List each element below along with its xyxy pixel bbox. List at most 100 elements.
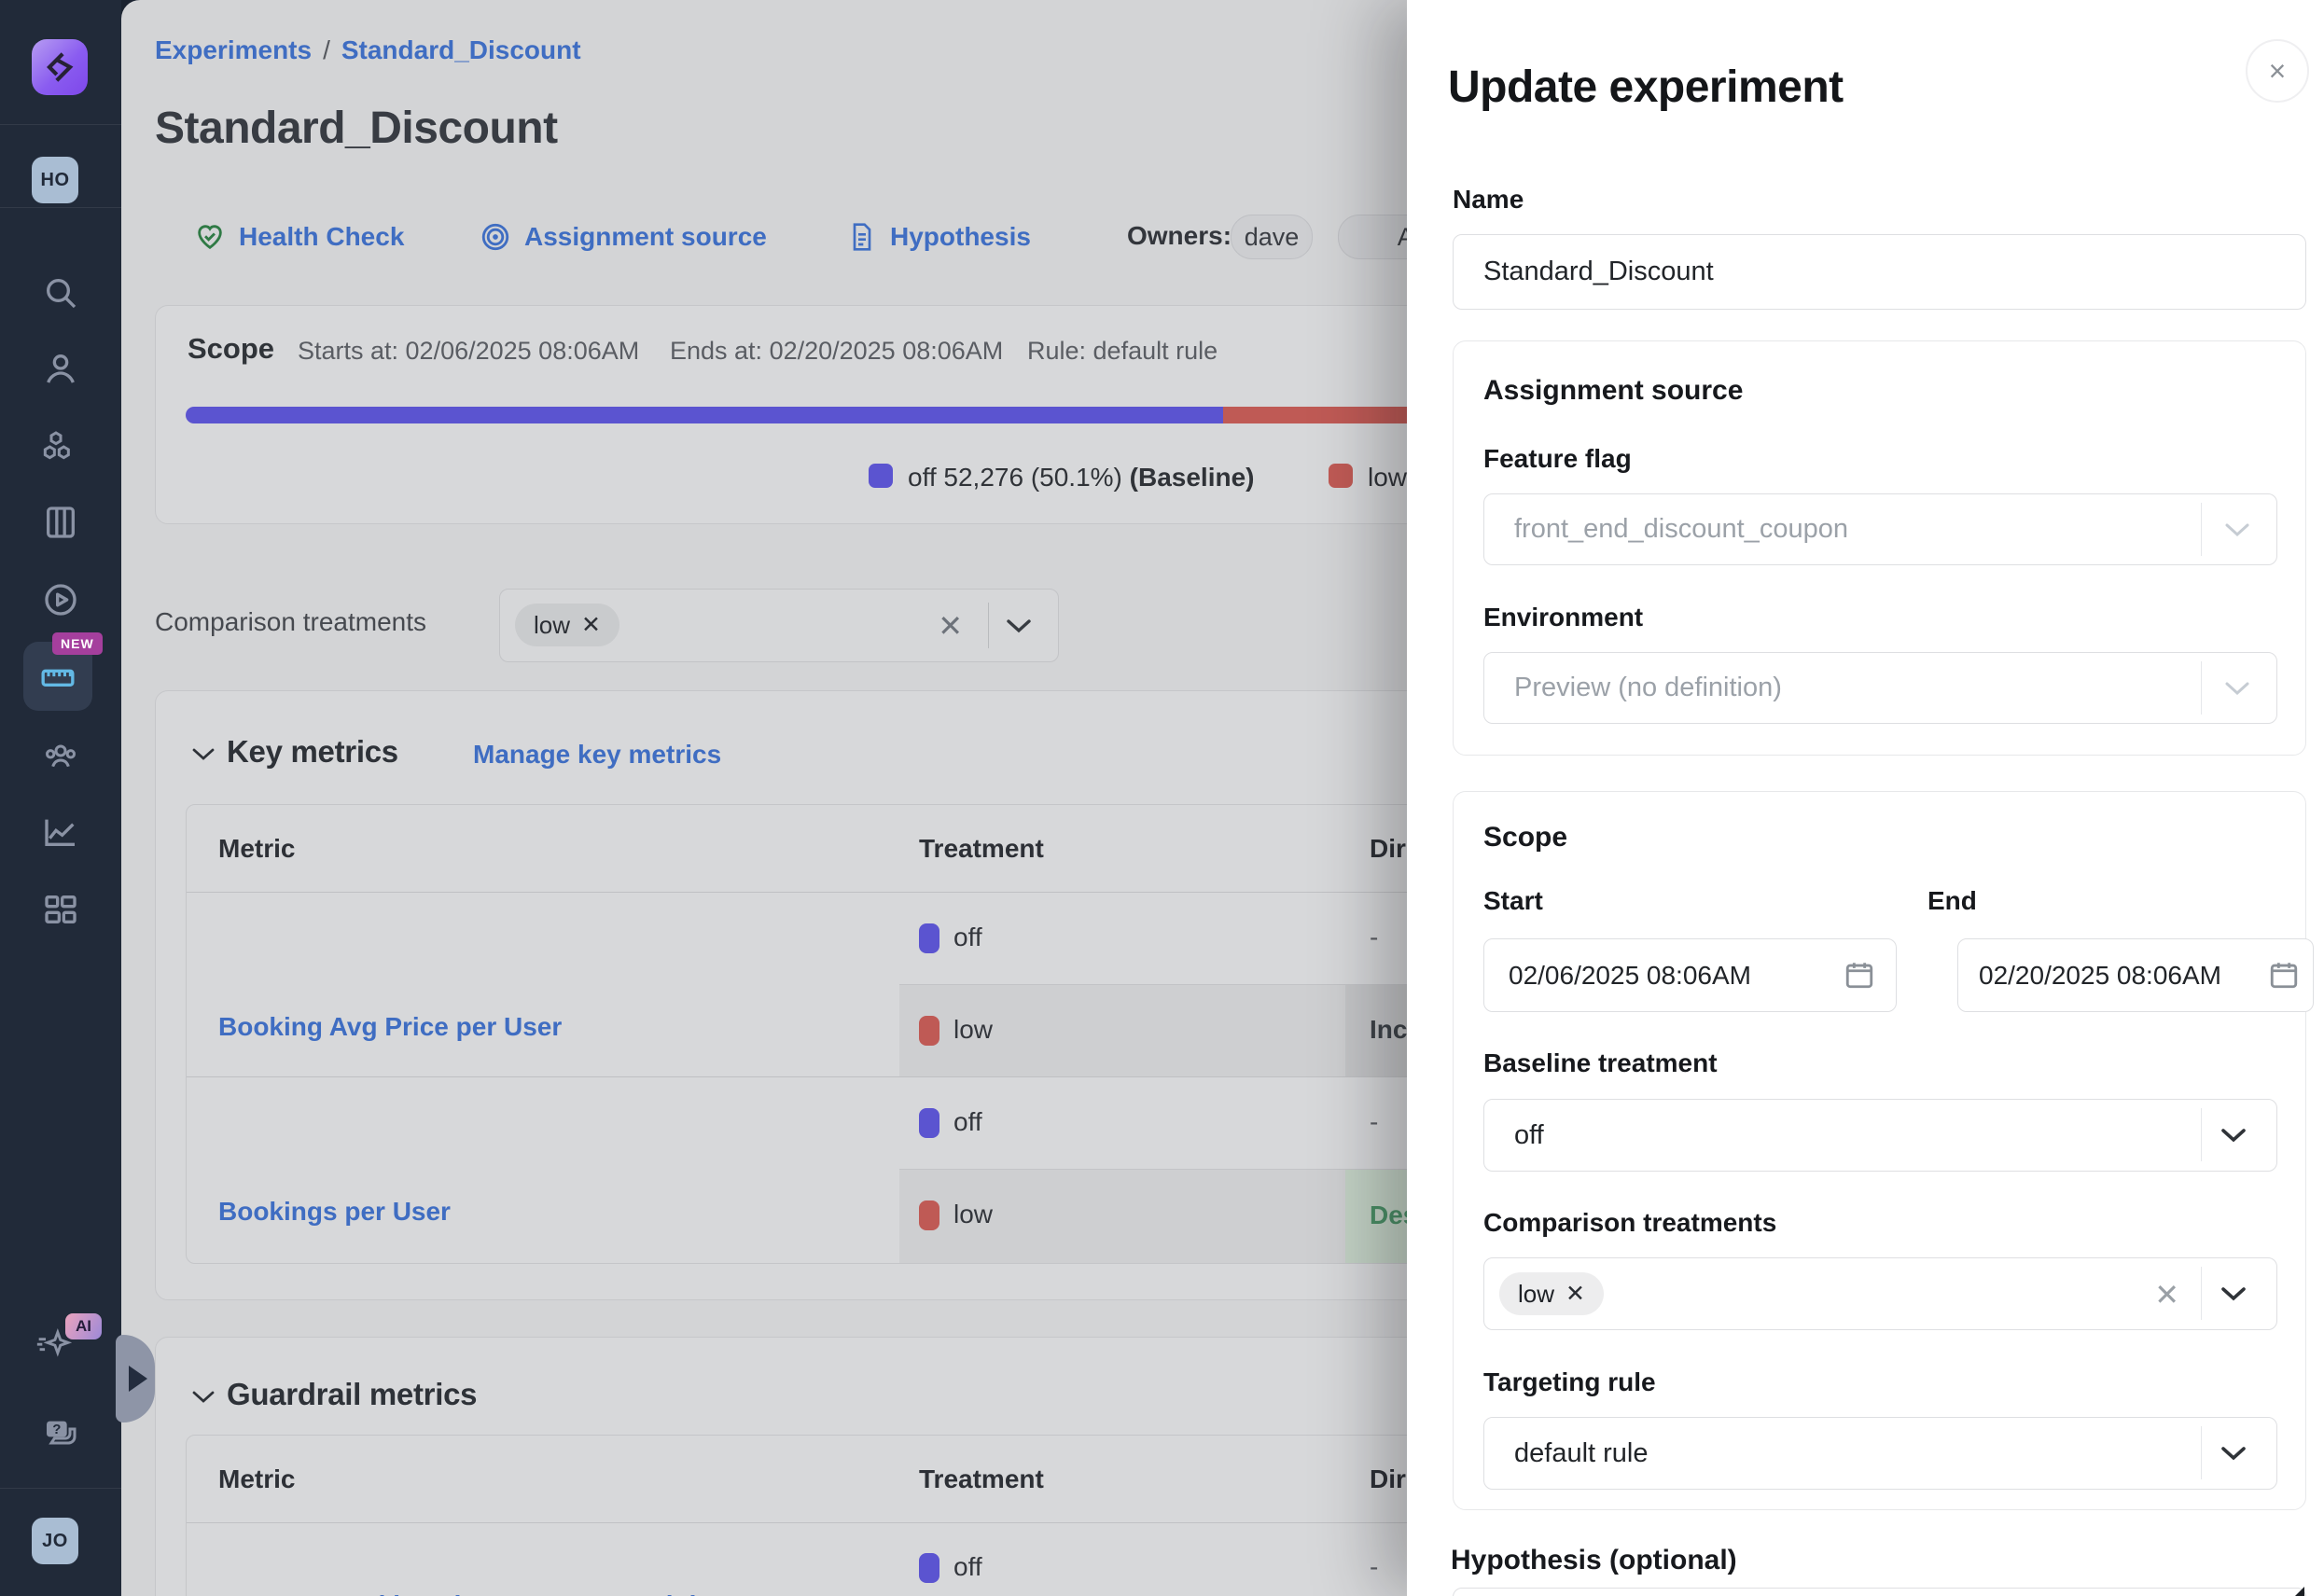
treatment-name: off xyxy=(953,1552,982,1582)
user-avatar[interactable]: JO xyxy=(32,1518,78,1564)
clear-icon[interactable]: ✕ xyxy=(2154,1277,2179,1312)
collapse-chevron-icon[interactable] xyxy=(191,747,216,762)
col-treatment: Treatment xyxy=(919,1464,1044,1494)
chevron-down-icon[interactable] xyxy=(1006,618,1032,633)
help-chat-icon[interactable]: ? xyxy=(42,1415,79,1452)
select-divider xyxy=(2201,1108,2202,1161)
people-group-icon[interactable] xyxy=(42,737,79,774)
baseline-treatment-value: off xyxy=(1484,1120,1544,1151)
treatment-swatch-low xyxy=(919,1016,939,1046)
calendar-icon[interactable] xyxy=(2268,959,2300,991)
targeting-rule-select[interactable]: default rule xyxy=(1483,1417,2277,1490)
chevron-down-icon xyxy=(2220,1128,2247,1143)
calendar-icon[interactable] xyxy=(1844,959,1875,991)
assignment-source-heading: Assignment source xyxy=(1483,375,1743,407)
assignment-source-link[interactable]: Assignment source xyxy=(480,215,767,259)
update-experiment-drawer: × Update experiment Name Standard_Discou… xyxy=(1407,0,2324,1596)
select-divider xyxy=(2201,503,2202,556)
chip-remove-icon[interactable]: ✕ xyxy=(581,611,601,639)
ruler-icon[interactable] xyxy=(39,659,77,696)
treatment-swatch-off xyxy=(919,1553,939,1583)
close-icon[interactable]: × xyxy=(2246,39,2309,103)
svg-text:?: ? xyxy=(52,1422,61,1437)
chip-remove-icon[interactable]: ✕ xyxy=(1566,1280,1585,1308)
chevron-down-icon xyxy=(2220,1286,2247,1301)
treatment-chip-low[interactable]: low ✕ xyxy=(515,604,619,646)
health-check-label: Health Check xyxy=(239,222,404,252)
legend-swatch-off xyxy=(869,464,893,488)
col-metric: Metric xyxy=(218,1464,295,1494)
treatment-name: low xyxy=(953,1200,993,1229)
breadcrumb-current[interactable]: Standard_Discount xyxy=(341,35,581,64)
treatment-chip-low[interactable]: low ✕ xyxy=(1499,1272,1604,1315)
hexagons-icon[interactable] xyxy=(42,428,79,465)
legend-off: off 52,276 (50.1%) (Baseline) xyxy=(908,463,1254,493)
columns-icon[interactable] xyxy=(42,504,79,541)
app-screen: HO NEW xyxy=(0,0,2324,1596)
comparison-treatments-select[interactable]: low ✕ ✕ xyxy=(1483,1257,2277,1330)
document-icon xyxy=(847,222,877,252)
resize-handle-icon[interactable] xyxy=(2289,1587,2304,1596)
logo-diamond-icon xyxy=(42,49,77,85)
chip-label: low xyxy=(534,611,570,640)
legend-low: low xyxy=(1368,463,1407,493)
user-icon[interactable] xyxy=(42,350,79,387)
select-divider xyxy=(2201,661,2202,715)
breadcrumb: Experiments/Standard_Discount xyxy=(155,35,581,65)
scope-heading: Scope xyxy=(1483,822,1567,854)
direction-value: - xyxy=(1370,1552,1378,1582)
hypothesis-textarea[interactable] xyxy=(1453,1588,2306,1596)
comparison-treatments-select[interactable]: low ✕ ✕ xyxy=(499,589,1059,662)
select-divider xyxy=(2201,1267,2202,1320)
manage-key-metrics-link[interactable]: Manage key metrics xyxy=(473,740,721,770)
environment-select[interactable]: Preview (no definition) xyxy=(1483,652,2277,724)
app-logo[interactable] xyxy=(32,39,88,95)
hypothesis-optional-label: Hypothesis (optional) xyxy=(1451,1545,1737,1576)
targeting-rule-value: default rule xyxy=(1484,1438,1649,1469)
chip-label: low xyxy=(1518,1280,1554,1309)
baseline-treatment-label: Baseline treatment xyxy=(1483,1048,1718,1078)
start-date-field[interactable]: 02/06/2025 08:06AM xyxy=(1483,938,1897,1012)
feature-flag-select[interactable]: front_end_discount_coupon xyxy=(1483,493,2277,565)
col-metric: Metric xyxy=(218,834,295,864)
health-check-link[interactable]: Health Check xyxy=(194,215,404,259)
name-field[interactable]: Standard_Discount xyxy=(1453,234,2306,310)
scope-rule: Rule: default rule xyxy=(1027,337,1218,366)
chevron-down-icon xyxy=(2220,1446,2247,1461)
new-badge: NEW xyxy=(52,632,103,655)
key-metrics-title: Key metrics xyxy=(227,734,398,770)
breadcrumb-experiments[interactable]: Experiments xyxy=(155,35,312,64)
bar-segment-off xyxy=(186,407,1223,423)
dashboard-icon[interactable] xyxy=(42,891,79,928)
select-divider xyxy=(2201,1426,2202,1479)
treatment-name: off xyxy=(953,1107,982,1137)
treatment-name: off xyxy=(953,923,982,952)
scope-starts-at: Starts at: 02/06/2025 08:06AM xyxy=(298,337,639,366)
end-date-field[interactable]: 02/20/2025 08:06AM xyxy=(1957,938,2314,1012)
metric-link[interactable]: Bookings per User xyxy=(218,1197,451,1227)
sidebar-divider xyxy=(0,207,121,208)
search-icon[interactable] xyxy=(42,274,79,312)
metric-link[interactable]: Booking Avg Price per User xyxy=(218,1012,562,1042)
environment-value: Preview (no definition) xyxy=(1484,673,1782,703)
drawer-title: Update experiment xyxy=(1448,62,1844,113)
breadcrumb-separator: / xyxy=(312,35,341,64)
treatment-swatch-off xyxy=(919,1108,939,1138)
comparison-treatments-label: Comparison treatments xyxy=(1483,1208,1776,1238)
collapse-chevron-icon[interactable] xyxy=(191,1390,216,1405)
expand-arrow-icon xyxy=(129,1366,147,1392)
legend-off-baseline: (Baseline) xyxy=(1130,463,1255,492)
owners-label: Owners: xyxy=(1127,221,1232,251)
end-label: End xyxy=(1927,886,1977,916)
workspace-badge[interactable]: HO xyxy=(32,157,78,203)
baseline-treatment-select[interactable]: off xyxy=(1483,1099,2277,1172)
clear-icon[interactable]: ✕ xyxy=(938,608,963,644)
select-divider xyxy=(988,603,989,648)
owner-pill-dave[interactable]: dave xyxy=(1231,215,1313,259)
treatment-swatch-off xyxy=(919,923,939,953)
line-chart-icon[interactable] xyxy=(42,813,79,851)
hypothesis-link[interactable]: Hypothesis xyxy=(847,215,1031,259)
play-circle-icon[interactable] xyxy=(42,581,79,618)
metric-link[interactable]: Average Bookings in Property per Night xyxy=(218,1590,714,1596)
name-value: Standard_Discount xyxy=(1454,257,1714,287)
